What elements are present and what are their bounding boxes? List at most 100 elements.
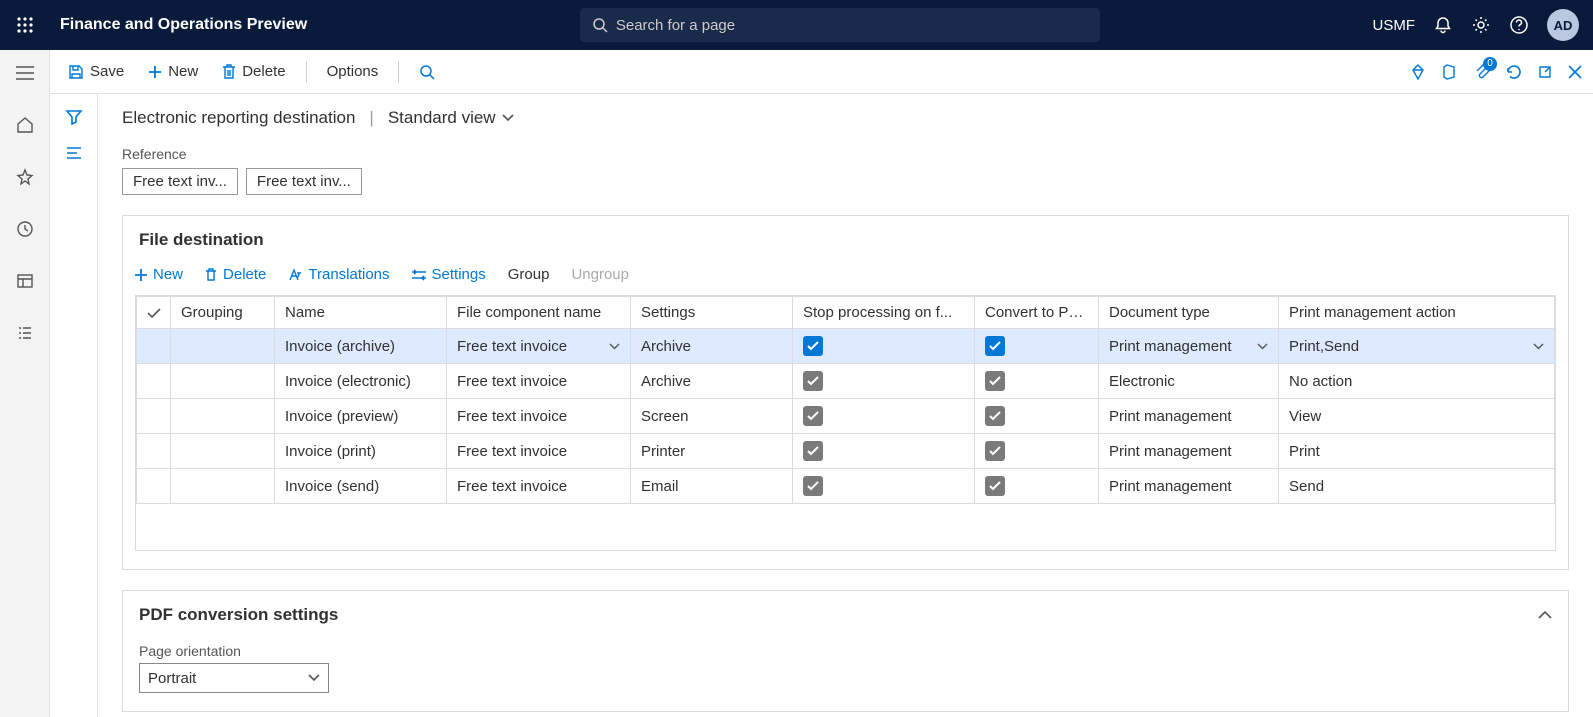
action-search-button[interactable] <box>411 60 443 84</box>
cell-grouping[interactable] <box>171 469 275 504</box>
group-button[interactable]: Group <box>508 266 550 283</box>
cell-doctype[interactable]: Print management <box>1099 329 1279 364</box>
help-icon[interactable] <box>1509 15 1529 35</box>
cell-action[interactable]: No action <box>1279 364 1555 399</box>
cell-component[interactable]: Free text invoice <box>447 434 631 469</box>
cell-stop[interactable] <box>793 469 975 504</box>
cell-convert[interactable] <box>975 434 1099 469</box>
cell-name[interactable]: Invoice (preview) <box>275 399 447 434</box>
close-icon[interactable] <box>1567 64 1583 80</box>
reference-chip[interactable]: Free text inv... <box>122 168 238 195</box>
col-settings[interactable]: Settings <box>631 297 793 329</box>
home-icon[interactable] <box>5 108 45 142</box>
checkbox[interactable] <box>803 371 823 391</box>
col-convert[interactable]: Convert to PDF <box>975 297 1099 329</box>
grid-delete-button[interactable]: Delete <box>205 266 266 283</box>
checkbox[interactable] <box>985 406 1005 426</box>
refresh-icon[interactable] <box>1505 63 1523 81</box>
global-search[interactable]: Search for a page <box>580 8 1100 42</box>
cell-settings[interactable]: Archive <box>631 364 793 399</box>
col-stop[interactable]: Stop processing on f... <box>793 297 975 329</box>
avatar[interactable]: AD <box>1547 9 1579 41</box>
delete-button[interactable]: Delete <box>214 59 293 84</box>
cell-stop[interactable] <box>793 399 975 434</box>
cell-action[interactable]: Send <box>1279 469 1555 504</box>
select-all-header[interactable] <box>137 297 171 329</box>
cell-component[interactable]: Free text invoice <box>447 364 631 399</box>
cell-doctype[interactable]: Print management <box>1099 399 1279 434</box>
col-grouping[interactable]: Grouping <box>171 297 275 329</box>
attachments-button[interactable]: 0 <box>1473 63 1491 81</box>
popout-icon[interactable] <box>1537 64 1553 80</box>
grid-new-button[interactable]: New <box>135 266 183 283</box>
cell-grouping[interactable] <box>171 434 275 469</box>
cell-action[interactable]: Print,Send <box>1279 329 1555 364</box>
cell-doctype[interactable]: Print management <box>1099 469 1279 504</box>
row-selector[interactable] <box>137 399 171 434</box>
cell-stop[interactable] <box>793 434 975 469</box>
cell-action[interactable]: Print <box>1279 434 1555 469</box>
cell-doctype[interactable]: Electronic <box>1099 364 1279 399</box>
table-row[interactable]: Invoice (archive)Free text invoiceArchiv… <box>137 329 1555 364</box>
diamond-icon[interactable] <box>1409 63 1427 81</box>
pdf-settings-header[interactable]: PDF conversion settings <box>123 591 1568 633</box>
modules-icon[interactable] <box>5 316 45 350</box>
table-row[interactable]: Invoice (electronic)Free text invoiceArc… <box>137 364 1555 399</box>
save-button[interactable]: Save <box>60 59 132 84</box>
recent-icon[interactable] <box>5 212 45 246</box>
col-action[interactable]: Print management action <box>1279 297 1555 329</box>
checkbox[interactable] <box>985 476 1005 496</box>
checkbox[interactable] <box>985 336 1005 356</box>
cell-convert[interactable] <box>975 469 1099 504</box>
cell-convert[interactable] <box>975 399 1099 434</box>
options-button[interactable]: Options <box>319 59 387 84</box>
cell-grouping[interactable] <box>171 364 275 399</box>
checkbox[interactable] <box>803 441 823 461</box>
cell-component[interactable]: Free text invoice <box>447 329 631 364</box>
workspace-icon[interactable] <box>5 264 45 298</box>
row-selector[interactable] <box>137 329 171 364</box>
checkbox[interactable] <box>803 476 823 496</box>
cell-stop[interactable] <box>793 329 975 364</box>
grid-settings-button[interactable]: Settings <box>412 266 486 283</box>
cell-name[interactable]: Invoice (print) <box>275 434 447 469</box>
row-selector[interactable] <box>137 364 171 399</box>
related-icon[interactable] <box>65 146 83 160</box>
cell-settings[interactable]: Printer <box>631 434 793 469</box>
cell-convert[interactable] <box>975 329 1099 364</box>
row-selector[interactable] <box>137 469 171 504</box>
cell-doctype[interactable]: Print management <box>1099 434 1279 469</box>
company-picker[interactable]: USMF <box>1373 17 1416 34</box>
office-icon[interactable] <box>1441 63 1459 81</box>
col-name[interactable]: Name <box>275 297 447 329</box>
cell-component[interactable]: Free text invoice <box>447 399 631 434</box>
cell-name[interactable]: Invoice (send) <box>275 469 447 504</box>
gear-icon[interactable] <box>1471 15 1491 35</box>
cell-name[interactable]: Invoice (electronic) <box>275 364 447 399</box>
table-row[interactable]: Invoice (print)Free text invoicePrinter P… <box>137 434 1555 469</box>
cell-component[interactable]: Free text invoice <box>447 469 631 504</box>
table-row[interactable]: Invoice (send)Free text invoiceEmail Prin… <box>137 469 1555 504</box>
cell-settings[interactable]: Screen <box>631 399 793 434</box>
bell-icon[interactable] <box>1433 15 1453 35</box>
checkbox[interactable] <box>985 441 1005 461</box>
new-button[interactable]: New <box>140 59 206 84</box>
cell-action[interactable]: View <box>1279 399 1555 434</box>
cell-grouping[interactable] <box>171 329 275 364</box>
app-launcher-icon[interactable] <box>0 0 50 50</box>
table-row[interactable]: Invoice (preview)Free text invoiceScreen… <box>137 399 1555 434</box>
cell-settings[interactable]: Archive <box>631 329 793 364</box>
checkbox[interactable] <box>803 406 823 426</box>
col-doctype[interactable]: Document type <box>1099 297 1279 329</box>
view-selector[interactable]: Standard view <box>388 108 514 128</box>
checkbox[interactable] <box>803 336 823 356</box>
col-component[interactable]: File component name <box>447 297 631 329</box>
funnel-icon[interactable] <box>65 108 83 126</box>
reference-chip[interactable]: Free text inv... <box>246 168 362 195</box>
cell-stop[interactable] <box>793 364 975 399</box>
cell-convert[interactable] <box>975 364 1099 399</box>
cell-settings[interactable]: Email <box>631 469 793 504</box>
translations-button[interactable]: Translations <box>288 266 389 283</box>
orientation-select[interactable]: Portrait <box>139 663 329 693</box>
checkbox[interactable] <box>985 371 1005 391</box>
